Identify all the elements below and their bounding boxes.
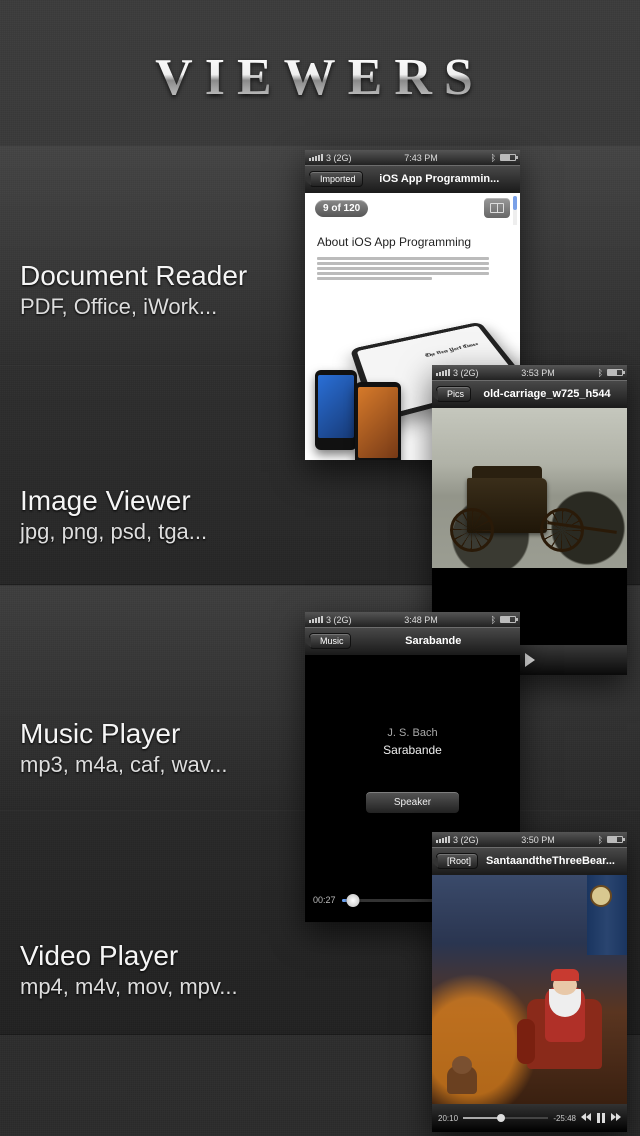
status-bar: 3 (2G) 3:50 PM ᛒ: [432, 832, 627, 847]
label-video-title: Video Player: [20, 940, 238, 972]
bear-illustration: [447, 1066, 477, 1094]
artist-label: J. S. Bach: [387, 727, 437, 739]
carrier-label: 3 (2G): [453, 835, 479, 845]
bookmarks-button[interactable]: [484, 198, 510, 218]
nav-title: iOS App Programmin...: [363, 173, 516, 185]
back-button[interactable]: Music: [309, 633, 351, 649]
remaining-time: -25:48: [553, 1114, 576, 1123]
santa-illustration: [527, 979, 602, 1069]
nav-bar: Pics old-carriage_w725_h544: [432, 380, 627, 408]
status-time: 3:48 PM: [404, 615, 438, 625]
carrier-label: 3 (2G): [326, 615, 352, 625]
carrier-label: 3 (2G): [326, 153, 352, 163]
battery-icon: [607, 836, 623, 843]
signal-icon: [309, 616, 323, 623]
status-bar: 3 (2G) 7:43 PM ᛒ: [305, 150, 520, 165]
pause-button[interactable]: [597, 1113, 605, 1123]
page-title: Viewers: [0, 48, 640, 107]
back-button[interactable]: [Root]: [436, 853, 478, 869]
carrier-label: 3 (2G): [453, 368, 479, 378]
back-button[interactable]: Pics: [436, 386, 471, 402]
status-bar: 3 (2G) 3:48 PM ᛒ: [305, 612, 520, 627]
status-time: 3:50 PM: [521, 835, 555, 845]
signal-icon: [436, 369, 450, 376]
video-frame: [432, 875, 627, 1104]
status-bar: 3 (2G) 3:53 PM ᛒ: [432, 365, 627, 380]
nav-bar: Music Sarabande: [305, 627, 520, 655]
label-document: Document Reader PDF, Office, iWork...: [20, 260, 247, 320]
bluetooth-icon: ᛒ: [491, 615, 496, 625]
label-document-subtitle: PDF, Office, iWork...: [20, 294, 247, 320]
image-content: [432, 408, 627, 568]
battery-icon: [607, 369, 623, 376]
battery-icon: [500, 154, 516, 161]
slider-knob[interactable]: [497, 1114, 505, 1122]
clock-illustration: [590, 885, 612, 907]
nav-bar: [Root] SantaandtheThreeBear...: [432, 847, 627, 875]
bluetooth-icon: ᛒ: [491, 153, 496, 163]
track-label: Sarabande: [383, 743, 442, 757]
elapsed-time: 20:10: [438, 1114, 458, 1123]
speaker-button[interactable]: Speaker: [365, 791, 460, 814]
book-icon: [490, 203, 504, 213]
scrollbar-thumb[interactable]: [513, 196, 517, 210]
bluetooth-icon: ᛒ: [598, 835, 603, 845]
signal-icon: [436, 836, 450, 843]
nav-bar: Imported iOS App Programmin...: [305, 165, 520, 193]
label-music: Music Player mp3, m4a, caf, wav...: [20, 718, 227, 778]
screenshot-video-player: 3 (2G) 3:50 PM ᛒ [Root] SantaandtheThree…: [432, 832, 627, 1132]
label-image: Image Viewer jpg, png, psd, tga...: [20, 485, 207, 545]
slider-knob[interactable]: [347, 894, 360, 907]
back-button[interactable]: Imported: [309, 171, 363, 187]
nav-title: Sarabande: [351, 635, 516, 647]
signal-icon: [309, 154, 323, 161]
progress-slider[interactable]: [463, 1117, 548, 1119]
label-image-subtitle: jpg, png, psd, tga...: [20, 519, 207, 545]
status-time: 7:43 PM: [404, 153, 438, 163]
label-music-title: Music Player: [20, 718, 227, 750]
label-video-subtitle: mp4, m4v, mov, mpv...: [20, 974, 238, 1000]
elapsed-time: 00:27: [313, 895, 336, 905]
bluetooth-icon: ᛒ: [598, 368, 603, 378]
label-video: Video Player mp4, m4v, mov, mpv...: [20, 940, 238, 1000]
battery-icon: [500, 616, 516, 623]
label-music-subtitle: mp3, m4a, caf, wav...: [20, 752, 227, 778]
nav-title: old-carriage_w725_h544: [471, 388, 623, 400]
page-indicator-badge: 9 of 120: [315, 200, 368, 217]
video-controls: 20:10 -25:48: [432, 1104, 627, 1132]
nav-title: SantaandtheThreeBear...: [478, 855, 623, 867]
next-button[interactable]: [611, 1113, 621, 1123]
play-button[interactable]: [525, 653, 535, 667]
label-image-title: Image Viewer: [20, 485, 207, 517]
document-heading: About iOS App Programming: [317, 235, 508, 249]
previous-button[interactable]: [581, 1113, 591, 1123]
label-document-title: Document Reader: [20, 260, 247, 292]
status-time: 3:53 PM: [521, 368, 555, 378]
